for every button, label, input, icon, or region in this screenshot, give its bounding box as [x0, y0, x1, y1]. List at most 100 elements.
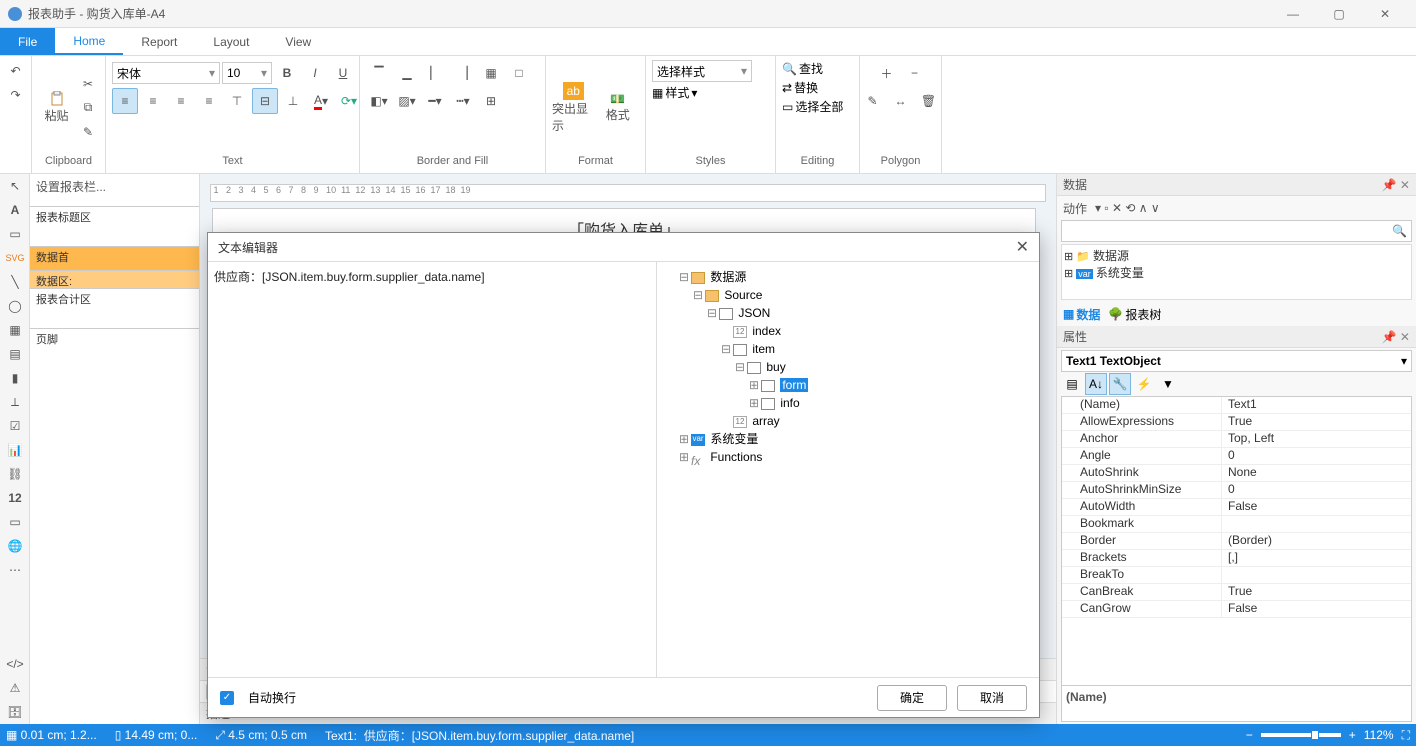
menu-home[interactable]: Home	[55, 28, 123, 55]
paste-button[interactable]: 粘贴	[38, 75, 75, 141]
tab-report-tree[interactable]: 🌳 报表树	[1108, 306, 1161, 323]
border-all-button[interactable]: ▦	[478, 60, 504, 86]
tool-globe[interactable]: 🌐	[0, 534, 30, 558]
style-select-combo[interactable]: 选择样式▾	[652, 60, 752, 82]
tool-pointer[interactable]: ↖	[0, 174, 30, 198]
prop-value[interactable]: None	[1222, 465, 1411, 481]
prop-value[interactable]	[1222, 516, 1411, 532]
tool-shape[interactable]: ◯	[0, 294, 30, 318]
data-search-input[interactable]: 🔍	[1061, 220, 1412, 242]
undo-button[interactable]: ↶	[5, 60, 27, 82]
prop-value[interactable]: Top, Left	[1222, 431, 1411, 447]
tool-more[interactable]: ⋯	[0, 558, 30, 582]
pg-events[interactable]: ⚡	[1133, 373, 1155, 395]
wrap-checkbox[interactable]: ✓	[220, 691, 234, 705]
tool-number[interactable]: 12	[0, 486, 30, 510]
font-size-combo[interactable]: 10▾	[222, 62, 272, 84]
dialog-close-button[interactable]: ✕	[1016, 237, 1029, 257]
highlight-button[interactable]: ab 突出显示	[552, 75, 595, 141]
tool-chart[interactable]: 📊	[0, 438, 30, 462]
border-right-button[interactable]: ▕	[450, 60, 476, 86]
fill-color-button[interactable]: ◧▾	[366, 88, 392, 114]
maximize-button[interactable]: ▢	[1316, 0, 1362, 28]
align-right-button[interactable]: ≡	[168, 88, 194, 114]
minimize-button[interactable]: —	[1270, 0, 1316, 28]
prop-value[interactable]: [,]	[1222, 550, 1411, 566]
format-button[interactable]: 💵 格式	[597, 75, 640, 141]
border-settings-button[interactable]: ⊞	[478, 88, 504, 114]
find-button[interactable]: 🔍 查找	[782, 60, 823, 77]
prop-value[interactable]: Text1	[1222, 397, 1411, 413]
border-none-button[interactable]: □	[506, 60, 532, 86]
pg-categorized[interactable]: ▤	[1061, 373, 1083, 395]
line-width-button[interactable]: ━▾	[422, 88, 448, 114]
outline-header[interactable]: 设置报表栏...	[30, 174, 199, 198]
bold-button[interactable]: B	[274, 60, 300, 86]
poly-delete-button[interactable]: 🗑	[916, 88, 942, 114]
zoom-out-button[interactable]: −	[1246, 728, 1253, 742]
rotate-button[interactable]: ⟳▾	[336, 88, 362, 114]
tree-node-form[interactable]: form	[780, 378, 808, 392]
expression-editor[interactable]: 供应商：[JSON.item.buy.form.supplier_data.na…	[208, 262, 657, 677]
valign-top-button[interactable]: ⊤	[224, 88, 250, 114]
prop-value[interactable]: True	[1222, 584, 1411, 600]
data-source-tree[interactable]: ⊞ 📁 数据源 ⊞ var 系统变量	[1061, 244, 1412, 300]
copy-button[interactable]: ⧉	[77, 97, 99, 119]
tool-warn[interactable]: ⚠	[0, 676, 30, 700]
border-bottom-button[interactable]: ▁	[394, 60, 420, 86]
menu-report[interactable]: Report	[123, 28, 195, 55]
zoom-fit-button[interactable]: ⛶	[1402, 728, 1410, 743]
band-data-header[interactable]: 数据首	[30, 246, 199, 270]
poly-move-button[interactable]: ↔	[888, 88, 914, 114]
line-style-button[interactable]: ┅▾	[450, 88, 476, 114]
band-footer[interactable]: 页脚	[30, 328, 199, 368]
valign-bottom-button[interactable]: ⊥	[280, 88, 306, 114]
tool-cell[interactable]: ▭	[0, 510, 30, 534]
underline-button[interactable]: U	[330, 60, 356, 86]
menu-layout[interactable]: Layout	[195, 28, 267, 55]
tool-table[interactable]: ▦	[0, 318, 30, 342]
tool-rulerv[interactable]: ⟂	[0, 390, 30, 414]
pg-filter[interactable]: ▼	[1157, 373, 1179, 395]
font-family-combo[interactable]: 宋体▾	[112, 62, 220, 84]
tool-code[interactable]: </>	[0, 652, 30, 676]
close-button[interactable]: ✕	[1362, 0, 1408, 28]
styles-button[interactable]: ▦样式 ▾	[652, 84, 697, 101]
border-left-button[interactable]: ▏	[422, 60, 448, 86]
redo-button[interactable]: ↷	[5, 84, 27, 106]
property-grid[interactable]: (Name)Text1AllowExpressionsTrueAnchorTop…	[1061, 396, 1412, 686]
tool-line[interactable]: ╲	[0, 270, 30, 294]
tool-check[interactable]: ☑	[0, 414, 30, 438]
border-top-button[interactable]: ▔	[366, 60, 392, 86]
tab-data[interactable]: ▦ 数据	[1063, 306, 1100, 323]
prop-value[interactable]	[1222, 567, 1411, 583]
tool-barcode[interactable]: ▮	[0, 366, 30, 390]
prop-value[interactable]: False	[1222, 601, 1411, 617]
prop-value[interactable]: False	[1222, 499, 1411, 515]
ok-button[interactable]: 确定	[877, 685, 947, 711]
pg-wrench[interactable]: 🔧	[1109, 373, 1131, 395]
font-color-button[interactable]: A▾	[308, 88, 334, 114]
tool-db[interactable]: 🗄	[0, 700, 30, 724]
prop-value[interactable]: 0	[1222, 448, 1411, 464]
dialog-data-tree[interactable]: ⊟ 数据源 ⊟ Source ⊟ JSON 12 index ⊟ item ⊟	[657, 262, 1039, 677]
align-left-button[interactable]: ≡	[112, 88, 138, 114]
menu-file[interactable]: File	[0, 28, 55, 55]
band-summary[interactable]: 报表合计区	[30, 288, 199, 328]
pg-alphabetical[interactable]: A↓	[1085, 373, 1107, 395]
tool-picture[interactable]: ▭	[0, 222, 30, 246]
border-color-button[interactable]: ▨▾	[394, 88, 420, 114]
menu-view[interactable]: View	[267, 28, 329, 55]
cancel-button[interactable]: 取消	[957, 685, 1027, 711]
select-all-button[interactable]: ▭ 选择全部	[782, 98, 843, 115]
zoom-in-button[interactable]: +	[1349, 728, 1356, 742]
poly-remove-button[interactable]: −	[902, 60, 928, 86]
cut-button[interactable]: ✂	[77, 73, 99, 95]
prop-value[interactable]: (Border)	[1222, 533, 1411, 549]
prop-value[interactable]: 0	[1222, 482, 1411, 498]
align-justify-button[interactable]: ≡	[196, 88, 222, 114]
tool-text[interactable]: A	[0, 198, 30, 222]
format-painter-button[interactable]: ✎	[77, 121, 99, 143]
valign-middle-button[interactable]: ⊟	[252, 88, 278, 114]
poly-edit-button[interactable]: ✎	[860, 88, 886, 114]
